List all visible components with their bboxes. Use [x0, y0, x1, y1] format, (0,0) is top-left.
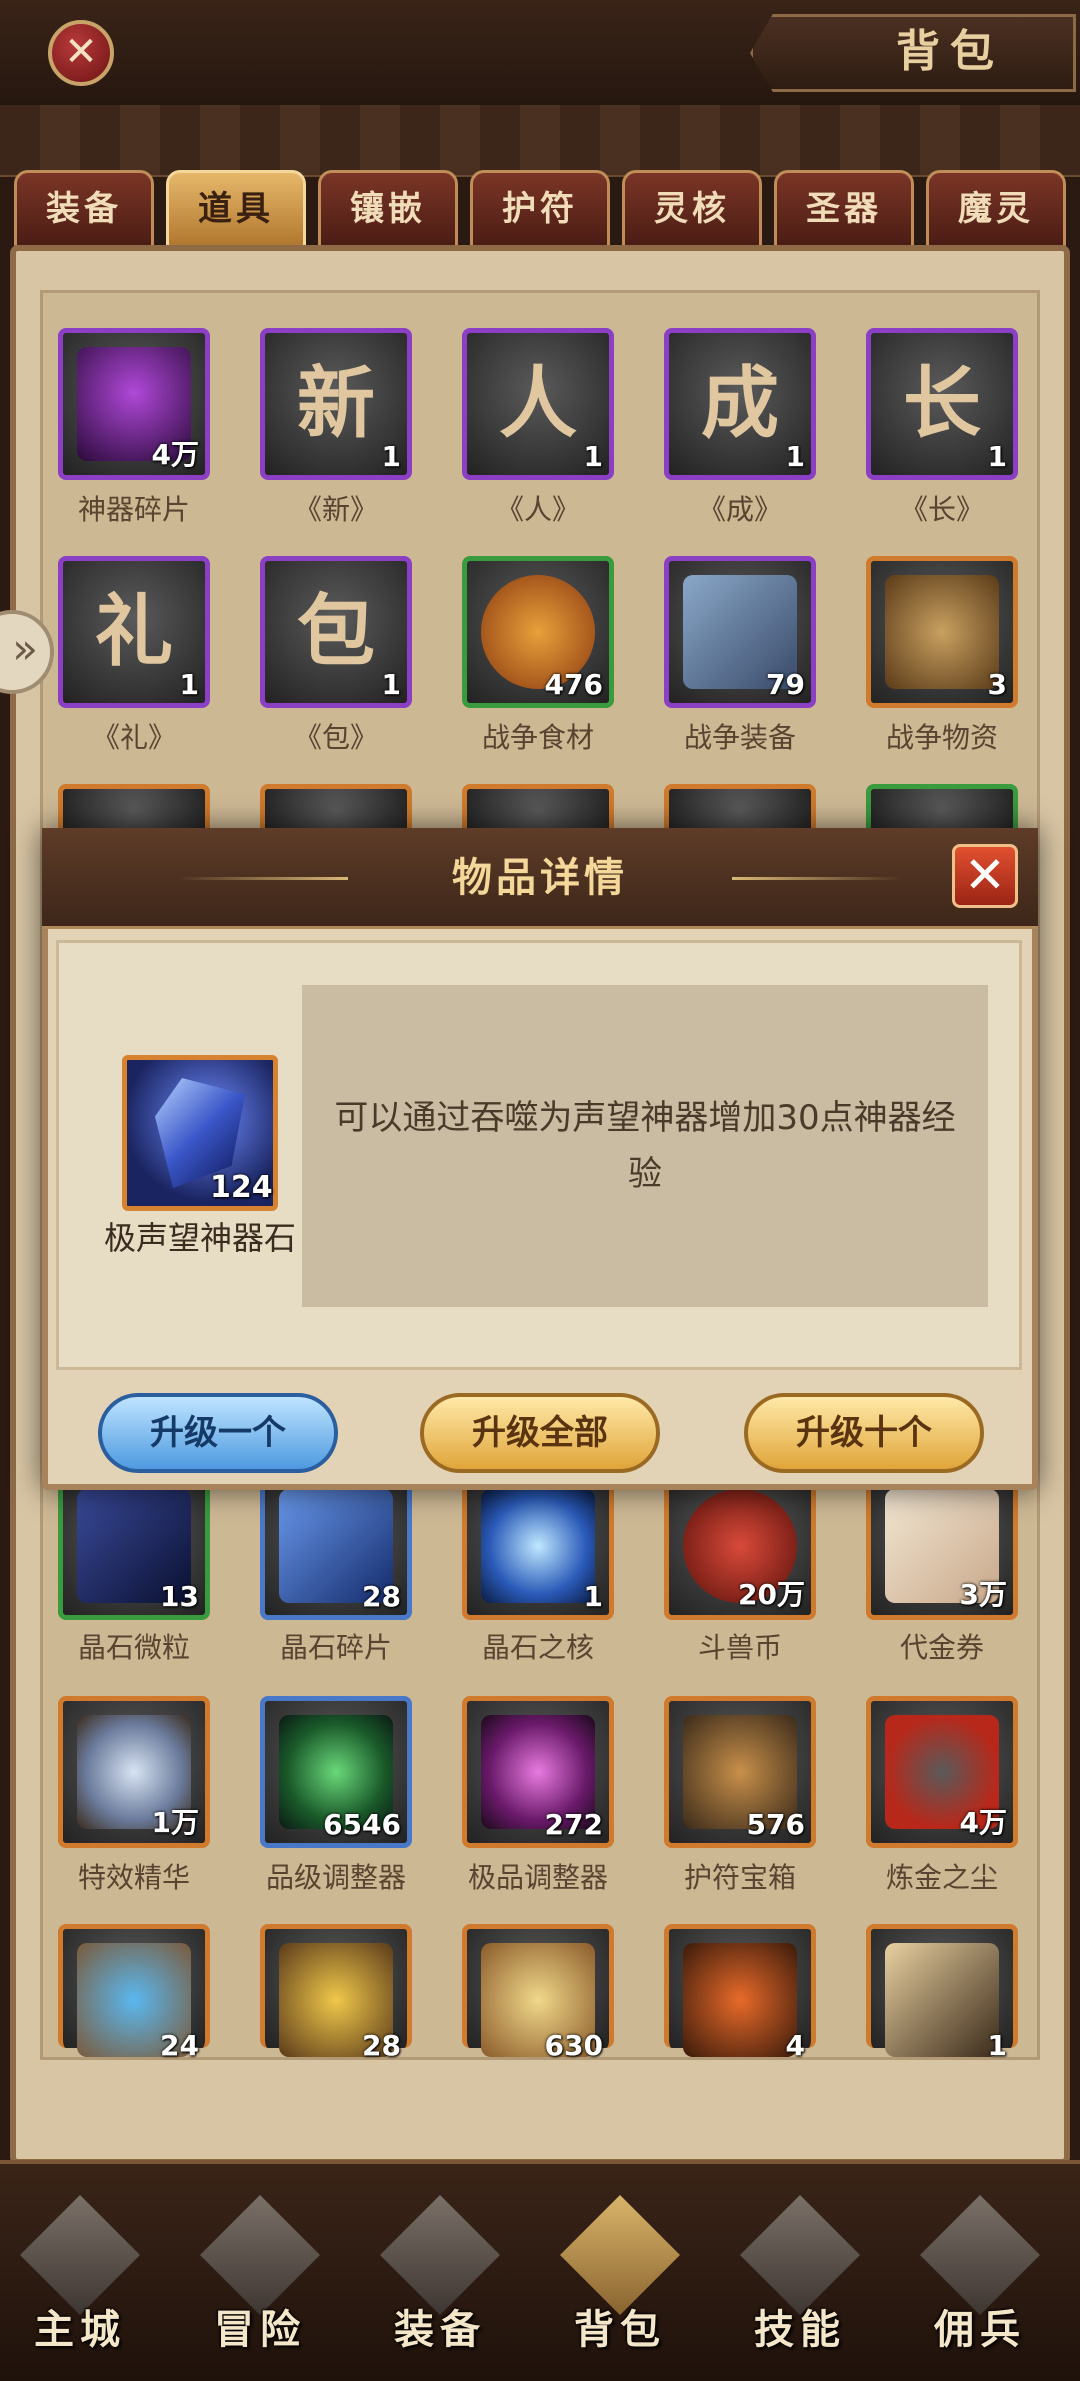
item-slot[interactable]: 272 [462, 1696, 614, 1848]
item-slot[interactable]: 新 1 [260, 328, 412, 480]
item-slot[interactable]: 礼 1 [58, 556, 210, 708]
supplies-icon [885, 575, 999, 689]
item-slot[interactable]: 24 [58, 1924, 210, 2062]
item-slot[interactable]: 6546 [260, 1696, 412, 1848]
item-label: 《成》 [697, 493, 782, 526]
item-label: 战争食材 [481, 721, 594, 754]
tab-demon-spirit[interactable]: 魔灵 [926, 170, 1066, 250]
item-slot[interactable]: 人 1 [462, 328, 614, 480]
item-label: 斗兽币 [697, 1631, 782, 1664]
item-label: 《礼》 [91, 721, 176, 754]
item-slot[interactable]: 长 1 [866, 328, 1018, 480]
item-label: 护符宝箱 [683, 1861, 796, 1894]
item-slot[interactable]: 13 [58, 1470, 210, 1620]
nav-adventure[interactable]: 冒险 [180, 2185, 340, 2365]
upgrade-ten-button[interactable]: 升级十个 [744, 1393, 984, 1473]
item-label: 极品调整器 [467, 1861, 608, 1894]
item-label: 战争装备 [683, 721, 796, 754]
item-slot[interactable]: 630 [462, 1924, 614, 2062]
item-slot[interactable]: 28 [260, 1470, 412, 1620]
item-slot[interactable]: 1 [866, 1924, 1018, 2062]
item-slot[interactable]: 成 1 [664, 328, 816, 480]
tab-spirit-core[interactable]: 灵核 [622, 170, 762, 250]
close-icon[interactable]: ✕ [48, 20, 114, 86]
item-label: 晶石碎片 [279, 1631, 392, 1664]
item-slot[interactable]: 4万 [58, 328, 210, 480]
tab-holy-artifact[interactable]: 圣器 [774, 170, 914, 250]
item-label: 代金券 [899, 1631, 984, 1664]
item-label: 炼金之尘 [885, 1861, 998, 1894]
item-label: 战争物资 [885, 721, 998, 754]
item-slot[interactable]: 4万 [866, 1696, 1018, 1848]
item-label: 《包》 [293, 721, 378, 754]
tab-equipment[interactable]: 装备 [14, 170, 154, 250]
close-icon[interactable]: ✕ [952, 844, 1018, 908]
nav-backpack[interactable]: 背包 [540, 2185, 700, 2365]
item-slot[interactable]: 4 [664, 1924, 816, 2062]
nav-mercenary[interactable]: 佣兵 [900, 2185, 1060, 2365]
item-slot[interactable]: 79 [664, 556, 816, 708]
map-scroll-icon [885, 1943, 999, 2057]
item-slot[interactable]: 3 [866, 556, 1018, 708]
item-label: 品级调整器 [265, 1861, 406, 1894]
item-slot[interactable]: 20万 [664, 1470, 816, 1620]
wooden-chest-icon [683, 1943, 797, 2057]
page-title: 背包 [896, 26, 1004, 77]
ornament-left [178, 877, 348, 880]
item-label: 晶石之核 [481, 1631, 594, 1664]
item-slot[interactable]: 1万 [58, 1696, 210, 1848]
item-label: 《长》 [899, 493, 984, 526]
nav-equipment[interactable]: 装备 [360, 2185, 520, 2365]
upgrade-one-button[interactable]: 升级一个 [98, 1393, 338, 1473]
tab-items[interactable]: 道具 [166, 170, 306, 250]
item-slot[interactable]: 1 [462, 1470, 614, 1620]
crystal-core-icon [481, 1489, 595, 1603]
tab-amulet[interactable]: 护符 [470, 170, 610, 250]
tab-inlay[interactable]: 镶嵌 [318, 170, 458, 250]
item-label: 神器碎片 [77, 493, 190, 526]
item-label: 《新》 [293, 493, 378, 526]
item-slot[interactable]: 576 [664, 1696, 816, 1848]
detail-item-name: 极声望神器石 [103, 1219, 296, 1257]
item-label: 特效精华 [77, 1861, 190, 1894]
item-slot[interactable]: 28 [260, 1924, 412, 2062]
nav-main-city[interactable]: 主城 [0, 2185, 160, 2365]
upgrade-all-button[interactable]: 升级全部 [420, 1393, 660, 1473]
nav-skills[interactable]: 技能 [720, 2185, 880, 2365]
ornament-right [732, 877, 902, 880]
modal-title: 物品详情 [452, 855, 628, 901]
detail-item-count: 124 [210, 1170, 273, 1205]
item-label: 晶石微粒 [77, 1631, 190, 1664]
ornament-band [0, 105, 1080, 177]
item-description: 可以通过吞噬为声望神器增加30点神器经验 [334, 1098, 956, 1194]
item-slot[interactable]: 包 1 [260, 556, 412, 708]
item-slot[interactable]: 476 [462, 556, 614, 708]
item-slot[interactable]: 3万 [866, 1470, 1018, 1620]
item-label: 《人》 [495, 493, 580, 526]
